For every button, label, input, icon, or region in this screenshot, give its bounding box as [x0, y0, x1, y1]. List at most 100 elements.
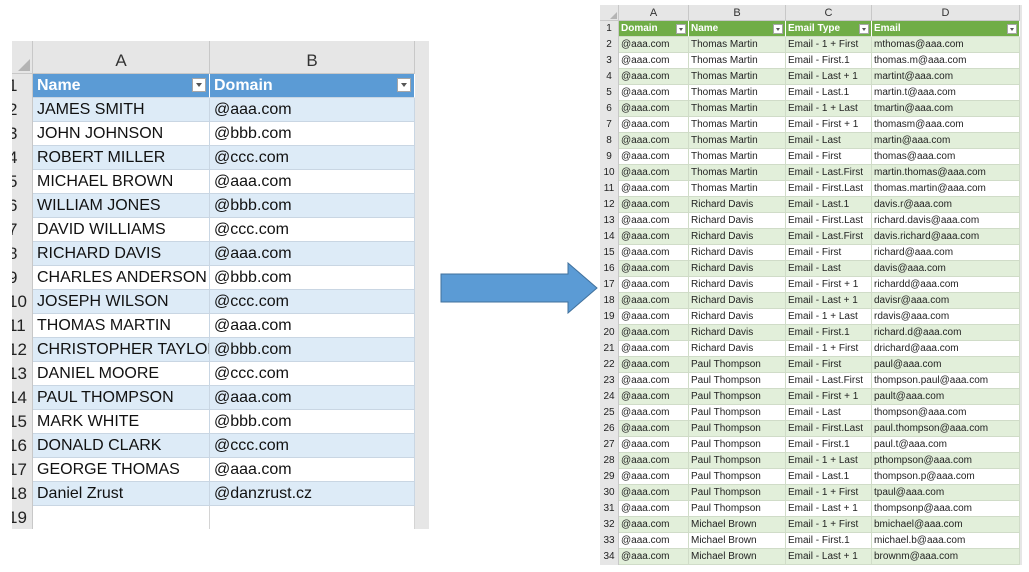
table-cell[interactable]: @aaa.com — [619, 373, 689, 389]
table-cell[interactable]: Thomas Martin — [689, 53, 786, 69]
table-cell[interactable]: Email - 1 + First — [786, 37, 872, 53]
column-header-b[interactable]: B — [210, 41, 415, 74]
table-cell[interactable]: richard.davis@aaa.com — [872, 213, 1020, 229]
table-cell[interactable]: Email - First.Last — [786, 421, 872, 437]
filter-dropdown-icon[interactable] — [773, 24, 783, 34]
row-number[interactable]: 15 — [12, 410, 33, 434]
row-number[interactable]: 7 — [600, 117, 619, 133]
table-cell[interactable]: thomas@aaa.com — [872, 149, 1020, 165]
table-cell[interactable]: THOMAS MARTIN — [33, 314, 210, 338]
table-cell[interactable]: rdavis@aaa.com — [872, 309, 1020, 325]
row-number[interactable]: 19 — [12, 506, 33, 529]
table-cell[interactable]: Email - Last.First — [786, 373, 872, 389]
row-number[interactable]: 32 — [600, 517, 619, 533]
row-number[interactable]: 24 — [600, 389, 619, 405]
table-cell[interactable]: Email - First.Last — [786, 213, 872, 229]
table-cell[interactable]: MARK WHITE — [33, 410, 210, 434]
row-number[interactable]: 13 — [12, 362, 33, 386]
table-cell[interactable]: @aaa.com — [619, 533, 689, 549]
table-cell[interactable]: @aaa.com — [210, 98, 415, 122]
table-cell[interactable]: @aaa.com — [210, 170, 415, 194]
table-cell[interactable]: thompsonp@aaa.com — [872, 501, 1020, 517]
table-cell[interactable]: @aaa.com — [619, 453, 689, 469]
table-cell[interactable]: @aaa.com — [619, 517, 689, 533]
row-number[interactable]: 25 — [600, 405, 619, 421]
table-cell[interactable]: Email - Last.First — [786, 229, 872, 245]
table-cell[interactable]: Email - Last — [786, 133, 872, 149]
table-cell[interactable]: Richard Davis — [689, 341, 786, 357]
table-cell[interactable]: Richard Davis — [689, 245, 786, 261]
row-number[interactable]: 4 — [12, 146, 33, 170]
table-cell[interactable]: Email - First — [786, 245, 872, 261]
table-cell[interactable]: @aaa.com — [210, 458, 415, 482]
table-cell[interactable]: paul.t@aaa.com — [872, 437, 1020, 453]
select-all-corner[interactable] — [12, 41, 33, 74]
table-cell[interactable]: @aaa.com — [619, 437, 689, 453]
table-cell[interactable]: pthompson@aaa.com — [872, 453, 1020, 469]
row-number[interactable]: 1 — [600, 21, 619, 37]
table-cell[interactable]: Richard Davis — [689, 277, 786, 293]
table-cell[interactable]: JOHN JOHNSON — [33, 122, 210, 146]
table-cell[interactable]: @ccc.com — [210, 362, 415, 386]
table-cell[interactable]: @aaa.com — [619, 197, 689, 213]
table-cell[interactable]: Email - First.Last — [786, 181, 872, 197]
row-number[interactable]: 33 — [600, 533, 619, 549]
table-cell[interactable]: @ccc.com — [210, 434, 415, 458]
row-number[interactable]: 34 — [600, 549, 619, 565]
row-number[interactable]: 22 — [600, 357, 619, 373]
table-cell[interactable]: Email - Last — [786, 261, 872, 277]
table-cell[interactable]: martin.thomas@aaa.com — [872, 165, 1020, 181]
table-cell[interactable]: @aaa.com — [619, 389, 689, 405]
table-cell[interactable]: Email - First — [786, 149, 872, 165]
row-number[interactable]: 18 — [12, 482, 33, 506]
table-cell[interactable]: @bbb.com — [210, 266, 415, 290]
table-cell[interactable]: Richard Davis — [689, 293, 786, 309]
table-cell[interactable]: @aaa.com — [619, 229, 689, 245]
row-number[interactable]: 23 — [600, 373, 619, 389]
table-cell[interactable]: Email - Last + 1 — [786, 549, 872, 565]
row-number[interactable]: 14 — [600, 229, 619, 245]
row-number[interactable]: 12 — [12, 338, 33, 362]
table-cell[interactable]: Email - Last.1 — [786, 197, 872, 213]
table-cell[interactable]: @bbb.com — [210, 122, 415, 146]
table-cell[interactable]: @aaa.com — [619, 421, 689, 437]
table-cell[interactable]: Paul Thompson — [689, 501, 786, 517]
table-cell[interactable]: tmartin@aaa.com — [872, 101, 1020, 117]
table-cell[interactable]: Email - Last — [786, 405, 872, 421]
table-cell[interactable]: WILLIAM JONES — [33, 194, 210, 218]
table-cell[interactable]: thomas.martin@aaa.com — [872, 181, 1020, 197]
table-cell[interactable]: Paul Thompson — [689, 357, 786, 373]
table-cell[interactable]: Email - 1 + First — [786, 341, 872, 357]
table-cell[interactable]: @aaa.com — [619, 341, 689, 357]
filter-dropdown-icon[interactable] — [859, 24, 869, 34]
table-cell[interactable]: ROBERT MILLER — [33, 146, 210, 170]
table-cell[interactable]: Michael Brown — [689, 533, 786, 549]
table-cell[interactable]: Thomas Martin — [689, 37, 786, 53]
table-cell[interactable]: thompson.paul@aaa.com — [872, 373, 1020, 389]
filter-dropdown-icon[interactable] — [676, 24, 686, 34]
table-cell[interactable]: davis.richard@aaa.com — [872, 229, 1020, 245]
row-number[interactable]: 3 — [12, 122, 33, 146]
column-header-d[interactable]: D — [872, 5, 1020, 21]
table-cell[interactable]: @aaa.com — [619, 261, 689, 277]
table-cell[interactable]: Email - Last.1 — [786, 85, 872, 101]
row-number[interactable]: 16 — [600, 261, 619, 277]
row-number[interactable]: 11 — [12, 314, 33, 338]
table-cell[interactable]: @aaa.com — [210, 242, 415, 266]
table-cell[interactable]: DONALD CLARK — [33, 434, 210, 458]
table-header-email-type[interactable]: Email Type — [786, 21, 872, 37]
row-number[interactable]: 9 — [600, 149, 619, 165]
table-cell[interactable]: thomas.m@aaa.com — [872, 53, 1020, 69]
filter-dropdown-icon[interactable] — [192, 78, 206, 92]
table-cell[interactable]: Richard Davis — [689, 325, 786, 341]
table-cell[interactable]: Thomas Martin — [689, 85, 786, 101]
empty-cell[interactable] — [33, 506, 210, 529]
table-cell[interactable]: Paul Thompson — [689, 485, 786, 501]
table-cell[interactable]: @aaa.com — [619, 181, 689, 197]
table-header-name[interactable]: Name — [689, 21, 786, 37]
filter-dropdown-icon[interactable] — [397, 78, 411, 92]
table-header-domain[interactable]: Domain — [210, 74, 415, 98]
table-cell[interactable]: @aaa.com — [619, 53, 689, 69]
table-cell[interactable]: @danzrust.cz — [210, 482, 415, 506]
table-cell[interactable]: CHRISTOPHER TAYLOR — [33, 338, 210, 362]
